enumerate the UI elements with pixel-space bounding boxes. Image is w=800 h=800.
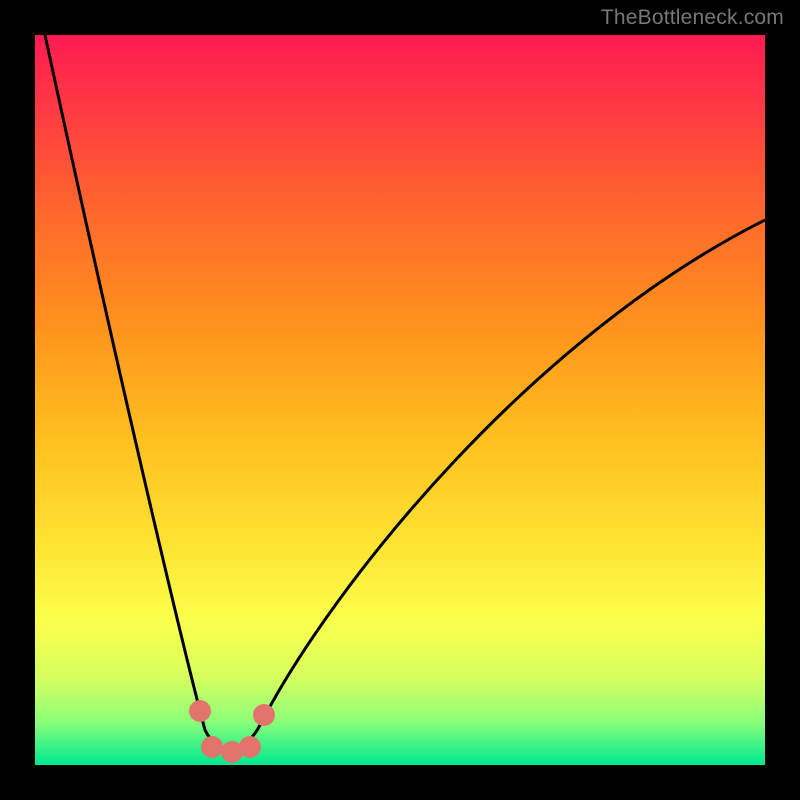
bottleneck-curve (35, 35, 765, 765)
chart-plot-area (35, 35, 765, 765)
curve-marker (201, 736, 223, 758)
curve-marker (253, 704, 275, 726)
curve-path (45, 35, 765, 748)
curve-marker (239, 736, 261, 758)
watermark-text: TheBottleneck.com (601, 6, 784, 30)
curve-marker (189, 700, 211, 722)
